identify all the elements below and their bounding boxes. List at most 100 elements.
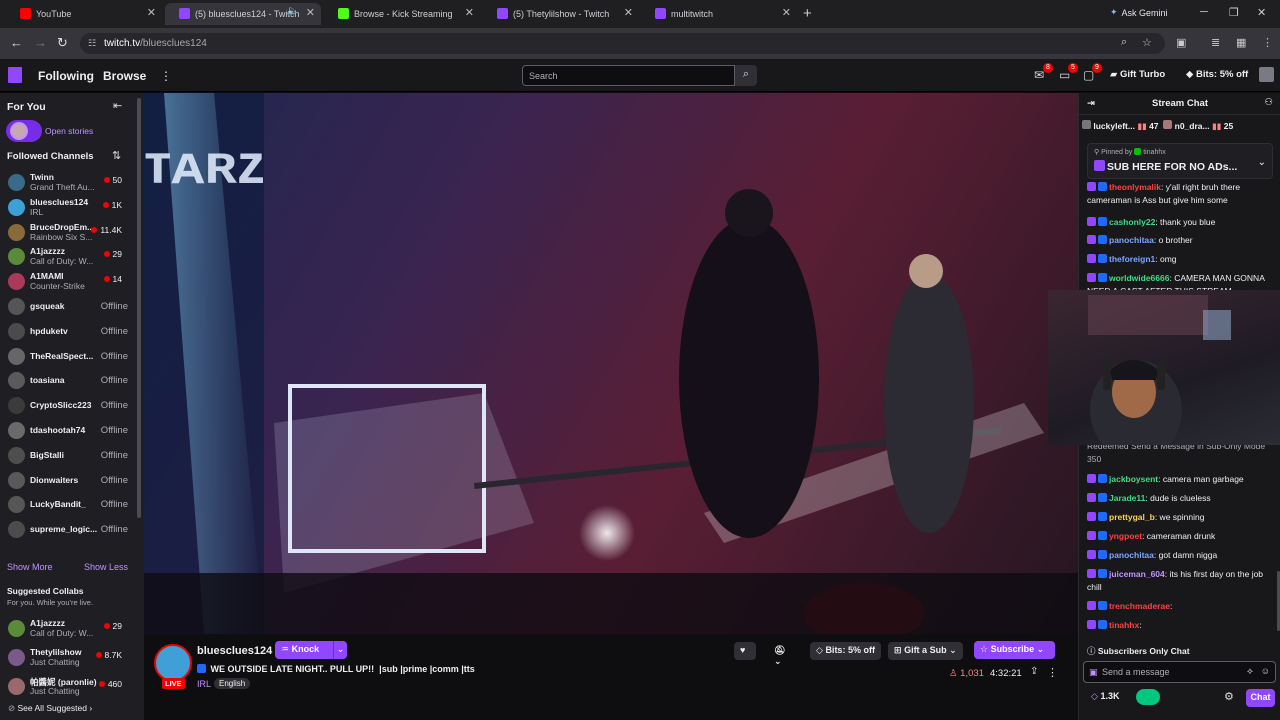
chat-username[interactable]: prettygal_b [1109,512,1155,522]
suggested-channel-item[interactable]: Thetylilshow Just Chatting 8.7K [0,646,136,670]
collapse-sidebar-icon[interactable]: ⇤ [113,99,122,112]
chat-username[interactable]: theonlymalik [1109,182,1161,192]
sidebar-channel-item[interactable]: LuckyBandit_ Offline [0,493,136,517]
language-tag[interactable]: English [214,678,251,689]
chevron-down-icon[interactable]: ⌄ [333,641,347,659]
tab-twitch-bluesclues[interactable]: (5) bluesclues124 - Twitch 🔈 ✕ [165,3,321,25]
sidebar-channel-item[interactable]: toasiana Offline [0,369,136,393]
speaker-icon[interactable]: 🔈 [287,6,299,17]
suggested-channel-item[interactable]: A1jazzzz Call of Duty: W... 29 [0,617,136,641]
close-icon[interactable]: ✕ [782,6,791,19]
see-all-suggested-link[interactable]: ⊘ See All Suggested › [8,703,92,714]
subscribe-button[interactable]: ☆ Subscribe ⌄ [974,641,1055,659]
tab-kick[interactable]: Browse - Kick Streaming ✕ [324,3,480,25]
bits-button[interactable]: ◆ Bits: 5% off [1186,69,1248,80]
reload-button[interactable]: ↻ [57,35,68,51]
chat-username[interactable]: jackboysent [1109,474,1158,484]
sidebar-channel-item[interactable]: gsqueak Offline [0,295,136,319]
search-icon[interactable]: ⌕ [735,65,757,86]
stories-avatar[interactable] [6,120,42,142]
chat-username[interactable]: trenchmaderae [1109,601,1170,611]
profile-icon[interactable]: ▦ [1236,36,1246,49]
sidebar-channel-item[interactable]: CryptoSlicc223 Offline [0,394,136,418]
sidebar-channel-item[interactable]: BigStalli Offline [0,444,136,468]
following-link[interactable]: Following [38,69,94,83]
sidebar-channel-item[interactable]: TheRealSpect... Offline [0,345,136,369]
sidebar-channel-item[interactable]: Dionwaiters Offline [0,469,136,493]
sidebar-channel-item[interactable]: Twinn Grand Theft Au... 50 [0,171,136,195]
chat-username[interactable]: Jarade11 [1109,493,1145,503]
notifications-button[interactable]: 🔕︎ ⌄ [768,642,800,666]
new-tab-button[interactable]: + [803,5,812,22]
close-icon[interactable]: ✕ [624,6,633,19]
site-info-icon[interactable]: ☷ [88,38,96,49]
chat-username[interactable]: panochitaa [1109,550,1154,560]
tab-twitch-thetylilshow[interactable]: (5) Thetylilshow - Twitch ✕ [483,3,639,25]
chat-username[interactable]: worldwide6666 [1109,273,1169,283]
extensions-icon[interactable]: ≣ [1211,36,1220,49]
bookmark-star-icon[interactable]: ☆ [1142,36,1152,49]
category-link[interactable]: IRL [197,679,211,689]
chat-input[interactable]: ▣ Send a message ⟡ ☺ [1083,661,1276,683]
show-more-link[interactable]: Show More [7,562,53,572]
channel-avatar[interactable] [154,644,192,682]
emote-icon[interactable]: ☺ [1261,666,1270,676]
chat-username[interactable]: theforeign1 [1109,254,1155,264]
tab-multitwitch[interactable]: multitwitch ✕ [641,3,797,25]
user-avatar[interactable] [1259,67,1274,82]
sidebar-channel-item[interactable]: supreme_logic... Offline [0,518,136,542]
leader-name[interactable]: luckyleft... [1093,121,1135,131]
forward-button[interactable]: → [34,35,47,50]
url-field[interactable]: ☷ twitch.tv/bluesclues124 [80,33,1165,54]
sidebar-channel-item[interactable]: A1jazzzz Call of Duty: W... 29 [0,245,136,269]
bits-cheer-button[interactable]: ◇ Bits: 5% off [810,642,881,660]
chat-username[interactable]: panochitaa [1109,235,1154,245]
chat-settings-icon[interactable]: ⚙ [1224,690,1234,703]
search-input[interactable]: Search [522,65,735,86]
follow-heart-button[interactable]: ♥ [734,642,756,660]
sidebar-channel-item[interactable]: A1MAMI Counter-Strike 14 [0,270,136,294]
leader-name[interactable]: n0_dra... [1175,121,1210,131]
sidebar-channel-item[interactable]: hpduketv Offline [0,320,136,344]
chat-username[interactable]: juiceman_604 [1109,569,1165,579]
tab-search-icon[interactable]: ▣ [1176,36,1186,49]
sidebar-channel-item[interactable]: tdashootah74 Offline [0,419,136,443]
close-icon[interactable]: ✕ [465,6,474,19]
pinned-message[interactable]: ⚲ Pinned by tinahhx SUB HERE FOR NO ADs.… [1087,143,1273,179]
share-icon[interactable]: ⇪ [1030,666,1038,677]
browse-link[interactable]: Browse [103,69,146,83]
chat-username[interactable]: cashonly22 [1109,217,1155,227]
gift-sub-button[interactable]: ⊞ Gift a Sub ⌄ [888,642,963,660]
channel-name[interactable]: bluesclues124 [197,645,272,657]
bits-icon[interactable]: ⟡ [1247,666,1253,677]
knock-button[interactable]: ♒ Knock ⌄ [275,641,347,659]
menu-icon[interactable]: ⋮ [1262,36,1273,49]
maximize-button[interactable]: ❐ [1229,6,1239,19]
sidebar-channel-item[interactable]: BruceDropEm... Rainbow Six S... 11.4K [0,221,136,245]
tab-youtube[interactable]: YouTube ✕ [6,3,162,25]
more-options-icon[interactable]: ⋮ [1047,666,1058,679]
ask-gemini-button[interactable]: ✦ Ask Gemini [1110,7,1168,18]
minimize-button[interactable]: ─ [1200,6,1208,18]
users-icon[interactable]: ⚇ [1264,97,1273,108]
suggested-channel-item[interactable]: 帕醬妮 (paronlie) Just Chatting 460 [0,675,136,699]
channel-points[interactable]: ◇ 1.3K [1091,691,1119,702]
sidebar-scrollbar[interactable] [137,98,141,518]
sort-icon[interactable]: ⇅ [112,149,121,162]
window-close-button[interactable]: ✕ [1257,6,1266,19]
close-icon[interactable]: ✕ [147,6,156,19]
chat-username[interactable]: tinahhx [1109,620,1139,630]
gift-turbo-button[interactable]: ▰ Gift Turbo [1110,69,1165,80]
collapse-chat-icon[interactable]: ⇥ [1087,98,1095,109]
chat-send-button[interactable]: Chat [1246,689,1275,707]
chevron-down-icon[interactable]: ⌄ [1258,157,1266,168]
close-icon[interactable]: ✕ [306,6,315,19]
twitch-logo-icon[interactable] [8,67,22,83]
zoom-icon[interactable]: ⌕ [1121,36,1127,49]
more-menu-icon[interactable]: ⋮ [160,69,172,83]
video-player[interactable]: ᴛᴀʀᴢ [144,93,1078,634]
show-less-link[interactable]: Show Less [84,562,128,572]
chat-username[interactable]: yngpoet [1109,531,1142,541]
claim-bonus-icon[interactable] [1136,689,1160,705]
back-button[interactable]: ← [10,35,23,50]
